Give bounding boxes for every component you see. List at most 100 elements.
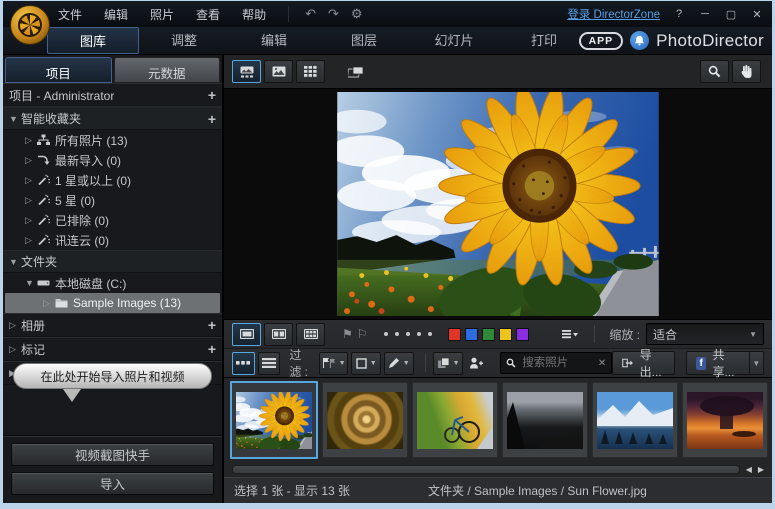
menu-edit[interactable]: 编辑 [104,6,128,23]
tree-item-rejected[interactable]: ▷ 已排除 (0) [3,210,222,230]
tree-item-recent-import[interactable]: ▷ 最新导入 (0) [3,150,222,170]
tab-edit[interactable]: 编辑 [229,27,319,54]
multi-view-button[interactable] [296,323,325,346]
maximize-icon[interactable]: ▢ [724,8,738,21]
status-bar: 选择 1 张 - 显示 13 张 文件夹 / Sample Images / S… [224,477,772,503]
tree-item-local-disk[interactable]: ▼ 本地磁盘 (C:) [3,273,222,293]
flag-filter-dropdown[interactable]: ▼ [319,352,349,375]
close-icon[interactable]: ✕ [750,8,764,21]
list-view-button[interactable] [258,352,281,375]
tab-layers[interactable]: 图层 [319,27,409,54]
login-directorzone-link[interactable]: 登录 DirectorZone [567,6,660,22]
chevron-down-icon: ▼ [752,359,760,368]
menu-photo[interactable]: 照片 [150,6,174,23]
add-tag-button[interactable]: + [208,342,216,356]
color-label-green[interactable] [482,328,495,341]
tree-item-cyberlink-cloud[interactable]: ▷ 讯连云 (0) [3,230,222,250]
thumbnail-view-button[interactable] [232,352,255,375]
library-tree: 项目 - Administrator + ▼ 智能收藏夹 + ▷ 所有照片 (1… [3,83,222,385]
photo-viewer [224,88,772,320]
menu-view[interactable]: 查看 [196,6,220,23]
smart-collection-header[interactable]: ▼ 智能收藏夹 + [3,107,222,130]
tab-adjustment[interactable]: 调整 [139,27,229,54]
flag-pick-icon[interactable]: ⚑ [342,327,353,341]
thumbnail-dark-lake-canoe[interactable] [502,382,588,458]
two-up-view-button[interactable] [264,323,293,346]
separator [425,354,426,372]
view-mode-grid-button[interactable] [296,60,325,83]
tree-item-all-photos[interactable]: ▷ 所有照片 (13) [3,130,222,150]
label-filter-dropdown[interactable]: ▼ [351,352,381,375]
undo-icon[interactable]: ↶ [305,6,316,22]
add-smart-collection-button[interactable]: + [208,112,216,126]
albums-header[interactable]: ▷ 相册 + [3,313,222,337]
tags-header[interactable]: ▷ 标记 + [3,337,222,361]
tab-metadata[interactable]: 元数据 [114,57,221,83]
thumbnail-golden-spiral[interactable] [322,382,408,458]
aperture-icon [18,13,42,37]
share-dropdown-button[interactable]: ▼ [750,351,764,375]
view-mode-single-button[interactable] [264,60,293,83]
thumbnail-sunflower[interactable] [230,381,318,459]
share-button[interactable]: f 共享... [686,351,750,375]
expand-icon: ▷ [9,344,21,355]
stack-dropdown[interactable]: ▼ [433,352,463,375]
export-button[interactable]: 导出... [612,351,675,375]
import-button[interactable]: 导入 [11,472,214,495]
tree-item-1-star-up[interactable]: ▷ 1 星或以上 (0) [3,170,222,190]
help-icon[interactable]: ? [672,8,686,20]
color-label-purple[interactable] [516,328,529,341]
menu-help[interactable]: 帮助 [242,6,266,23]
add-project-button[interactable]: + [208,88,216,102]
view-mode-filmstrip-button[interactable] [232,60,261,83]
color-label-blue[interactable] [465,328,478,341]
color-label-red[interactable] [448,328,461,341]
folders-header[interactable]: ▼ 文件夹 [3,250,222,273]
settings-gear-icon[interactable]: ⚙ [351,6,363,22]
add-face-tag-button[interactable] [466,353,487,374]
viewer-options-bar: ⚑ ⚐ 缩放 : 适合 ▼ [224,320,772,349]
zoom-tool-button[interactable] [700,60,729,83]
compare-mode-button[interactable] [342,61,369,82]
export-icon [622,357,633,369]
tree-item-sample-images[interactable]: ▷ Sample Images (13) [5,293,220,313]
thumbnail-bicycle-autumn[interactable] [412,382,498,458]
search-input[interactable] [520,356,594,370]
redo-icon[interactable]: ↷ [328,6,339,22]
clear-search-icon[interactable]: ✕ [598,358,606,369]
video-snapshot-button[interactable]: 视频截图快手 [11,443,214,466]
thumbnail-sunset-storm[interactable] [682,382,768,458]
smart-tag-wand-icon [37,214,50,226]
menu-file[interactable]: 文件 [58,6,82,23]
tree-item-5-star[interactable]: ▷ 5 星 (0) [3,190,222,210]
tab-print[interactable]: 打印 [499,27,589,54]
add-album-button[interactable]: + [208,318,216,332]
minimize-icon[interactable]: ─ [698,8,712,20]
collapse-icon: ▼ [9,114,21,124]
current-path: 文件夹 / Sample Images / Sun Flower.jpg [428,482,647,499]
zoom-select[interactable]: 适合 ▼ [646,323,764,345]
star-rating-dots[interactable] [384,332,432,336]
project-row[interactable]: 项目 - Administrator + [3,84,222,107]
single-view-button[interactable] [232,323,261,346]
notification-bell-icon[interactable] [630,31,649,50]
zoom-label: 缩放 : [609,326,640,343]
app-badge[interactable]: APP [579,32,624,50]
scroll-right-icon[interactable]: ▶ [758,465,764,474]
tab-library[interactable]: 图库 [47,27,139,54]
thumbnail-mountain-lake[interactable] [592,382,678,458]
scroll-left-icon[interactable]: ◀ [746,465,752,474]
flag-reject-icon[interactable]: ⚐ [357,327,368,341]
tab-slideshow[interactable]: 幻灯片 [409,27,499,54]
chevron-down-icon: ▼ [339,360,346,367]
tab-project[interactable]: 项目 [5,57,112,83]
pan-hand-button[interactable] [732,60,761,83]
edited-filter-dropdown[interactable]: ▼ [384,352,414,375]
color-label-yellow[interactable] [499,328,512,341]
sort-list-dropdown-icon[interactable] [556,324,583,345]
scrollbar-track[interactable] [232,465,740,474]
app-logo[interactable] [10,5,50,45]
window-frame: 文件 编辑 照片 查看 帮助 ↶ ↷ ⚙ 登录 DirectorZone ? ─… [0,0,775,509]
sidebar-tabs: 项目 元数据 [3,55,222,83]
collapse-icon: ▼ [25,278,37,288]
